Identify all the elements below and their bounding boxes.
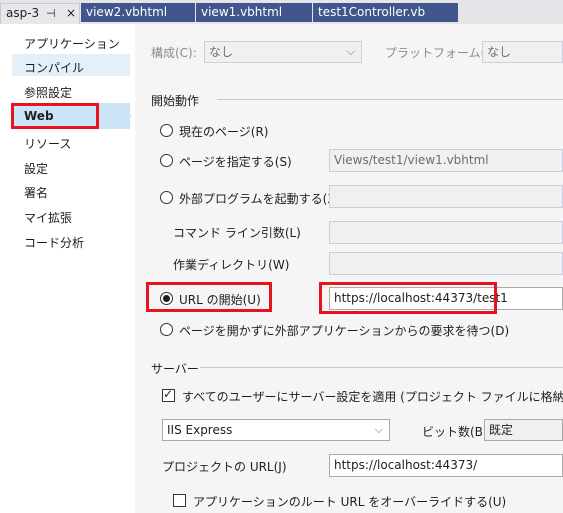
project-properties-window: asp-3 ⊣ × view2.vbhtml view1.vbhtml test… [0,0,563,513]
project-url-label: プロジェクトの URL(J) [162,460,287,474]
tab-asp-3[interactable]: asp-3 ⊣ × [0,3,80,24]
chevron-down-icon: ⌵ [346,45,355,58]
sidebar-item-my-extensions[interactable]: マイ拡張 [24,209,72,226]
specific-page-input: Views/test1/view1.vbhtml [329,149,563,172]
web-properties-panel: 構成(C): なし ⌵ プラットフォーム(M): なし 開始動作 現在のページ(… [135,24,563,513]
document-tab-strip: asp-3 ⊣ × view2.vbhtml view1.vbhtml test… [0,0,563,24]
bitness-value: 既定 [489,423,514,437]
sidebar-item-application[interactable]: アプリケーション [24,35,120,52]
chevron-down-icon: ⌵ [374,423,383,436]
start-external-label: 外部プログラムを起動する(X) [179,192,341,206]
server-value: IIS Express [167,423,233,437]
override-root-checkbox[interactable] [173,494,186,507]
properties-sidebar: アプリケーション コンパイル 参照設定 Web リソース 設定 署名 マイ拡張 … [0,24,135,513]
working-dir-label: 作業ディレクトリ(W) [173,258,290,272]
external-program-input [329,185,563,208]
working-dir-input [329,252,563,275]
config-value: なし [209,45,234,59]
section-divider [217,99,563,100]
bitness-label: ビット数(B): [422,425,492,439]
config-label: 構成(C): [151,46,197,60]
tab-view2[interactable]: view2.vbhtml [81,3,195,22]
web-highlight-box [11,103,99,129]
platform-combo: なし [482,41,563,63]
config-combo: なし ⌵ [204,41,362,63]
platform-value: なし [487,45,512,59]
specific-page-value: Views/test1/view1.vbhtml [334,153,489,167]
radio-specific-page[interactable] [160,154,173,167]
close-icon[interactable]: × [66,4,76,23]
current-page-label: 現在のページ(R) [179,125,269,139]
sidebar-item-settings[interactable]: 設定 [24,160,48,177]
tab-label: test1Controller.vb [318,5,426,19]
start-url-radio-highlight [146,282,272,312]
tab-label: view2.vbhtml [86,5,168,19]
project-url-value: https://localhost:44373/ [334,458,478,472]
radio-dont-open[interactable] [160,323,173,336]
servers-section-title: サーバー [151,362,199,376]
tab-test1controller[interactable]: test1Controller.vb [313,3,458,22]
project-url-input[interactable]: https://localhost:44373/ [329,454,563,477]
server-combo[interactable]: IIS Express ⌵ [162,419,390,441]
sidebar-item-signing[interactable]: 署名 [24,184,48,201]
sidebar-item-compile[interactable]: コンパイル [24,59,84,76]
specific-page-label: ページを指定する(S) [179,155,292,169]
dont-open-label: ページを開かずに外部アプリケーションからの要求を待つ(D) [179,324,510,338]
apply-all-checkbox[interactable] [162,387,175,402]
radio-current-page[interactable] [160,124,173,137]
tab-label: view1.vbhtml [201,5,283,19]
sidebar-item-references[interactable]: 参照設定 [24,84,72,101]
tab-view1[interactable]: view1.vbhtml [196,3,312,22]
sidebar-item-resources[interactable]: リソース [24,135,71,152]
pin-icon[interactable]: ⊣ [46,4,56,23]
nav-selection-arrow [118,103,132,129]
override-root-label: アプリケーションのルート URL をオーバーライドする(U) [193,495,507,509]
tab-label: asp-3 [6,6,40,20]
command-args-label: コマンド ライン引数(L) [173,226,301,240]
apply-all-label: すべてのユーザーにサーバー設定を適用 (プロジェクト ファイルに格納)(A) [182,390,563,404]
start-action-section-title: 開始動作 [151,94,200,108]
bitness-combo[interactable]: 既定 [484,419,563,441]
sidebar-item-code-analysis[interactable]: コード分析 [24,234,84,251]
radio-start-external[interactable] [160,191,173,204]
section-divider [200,367,563,368]
command-args-input [329,221,563,244]
start-url-input-highlight [319,282,497,314]
